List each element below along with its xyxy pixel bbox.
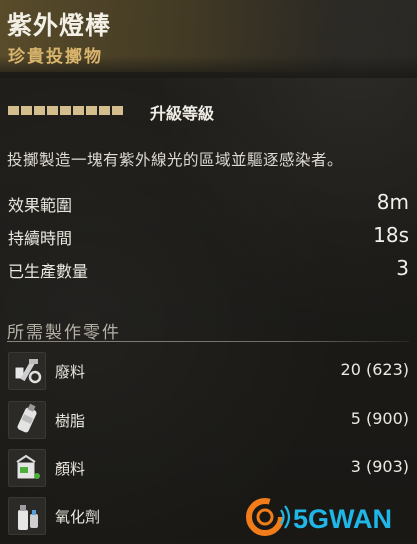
stat-label: 效果範圍 [8,196,73,215]
upgrade-segment [34,105,45,115]
watermark-text: 5GWAN [293,504,392,534]
part-name: 樹脂 [55,412,86,430]
item-rarity: 珍貴投擲物 [8,47,103,67]
upgrade-segment [86,105,97,115]
upgrade-level-label: 升級等級 [150,104,215,123]
upgrade-level-bar [8,100,123,120]
part-row-resin: 樹脂 5 (900) [8,401,409,439]
oxidizer-icon [8,497,46,535]
upgrade-segment [47,105,58,115]
part-row-scrap: 廢料 20 (623) [8,352,409,390]
scrap-icon [8,352,46,390]
stat-row-range: 效果範圍 8m [8,190,409,216]
upgrade-segment [8,105,19,115]
part-name: 氧化劑 [55,508,101,526]
5gwan-watermark-logo: 5GWAN [243,494,417,540]
part-quantity: 20 (623) [340,360,409,379]
stat-label: 已生產數量 [8,262,89,281]
stat-value: 3 [396,256,409,280]
part-quantity: 5 (900) [350,409,409,428]
resin-icon [8,401,46,439]
upgrade-segment [60,105,71,115]
stat-value: 18s [373,223,409,247]
stat-value: 8m [376,190,409,214]
part-name: 顏料 [55,460,86,478]
part-quantity: 3 (903) [350,457,409,476]
part-row-paint: 顏料 3 (903) [8,449,409,487]
upgrade-segment [112,105,123,115]
stat-row-duration: 持續時間 18s [8,223,409,249]
required-parts-heading: 所需製作零件 [7,323,121,343]
part-name: 廢料 [55,363,86,381]
item-description: 投擲製造一塊有紫外線光的區域並驅逐感染者。 [7,151,344,169]
paint-icon [8,449,46,487]
upgrade-segment [21,105,32,115]
item-name: 紫外燈棒 [7,11,112,40]
upgrade-segment [99,105,110,115]
stat-label: 持續時間 [8,229,73,248]
section-divider [7,341,409,342]
upgrade-segment [73,105,84,115]
stat-row-produced: 已生產數量 3 [8,256,409,282]
